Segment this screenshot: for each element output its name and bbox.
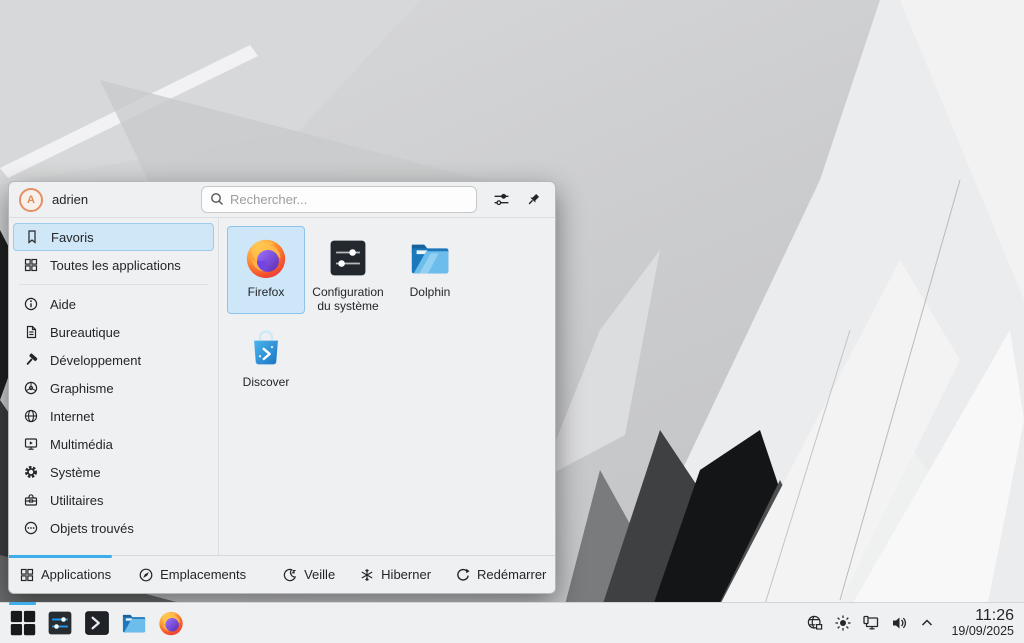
sidebar-item-label: Bureautique [50, 325, 120, 340]
network-globe-icon[interactable] [803, 611, 827, 635]
sidebar-item-systeme[interactable]: Système [13, 458, 214, 486]
color-wheel-icon [23, 380, 39, 396]
app-tile-discover[interactable]: Discover [227, 316, 305, 404]
taskbar: 11:26 19/09/2025 [0, 602, 1024, 643]
action-veille[interactable]: Veille [282, 567, 335, 583]
grid-icon [19, 567, 35, 583]
active-task-indicator [9, 602, 36, 605]
system-tray: 11:26 19/09/2025 [803, 607, 1018, 638]
avatar[interactable]: A [19, 188, 43, 212]
clock-time: 11:26 [951, 607, 1014, 625]
menu-footer: Applications Emplacements [9, 555, 555, 593]
search-wrap [201, 186, 477, 213]
sidebar-item-label: Objets trouvés [50, 521, 134, 536]
ellipsis-circle-icon [23, 520, 39, 536]
app-tile-label: Configuration du système [310, 285, 386, 313]
action-label: Hiberner [381, 567, 431, 582]
app-tile-label: Firefox [248, 285, 285, 299]
sidebar-item-bureautique[interactable]: Bureautique [13, 318, 214, 346]
system-settings-icon[interactable] [43, 606, 77, 640]
app-tile-label: Discover [243, 375, 290, 389]
globe-icon [23, 408, 39, 424]
sidebar-item-label: Toutes les applications [50, 258, 181, 273]
digital-clock[interactable]: 11:26 19/09/2025 [951, 607, 1014, 638]
sidebar-item-label: Favoris [51, 230, 94, 245]
hammer-icon [23, 352, 39, 368]
sidebar-item-label: Aide [50, 297, 76, 312]
app-tile-dolphin[interactable]: Dolphin [391, 226, 469, 314]
toolbox-icon [23, 492, 39, 508]
user-name: adrien [52, 192, 88, 207]
sidebar-item-utilitaires[interactable]: Utilitaires [13, 486, 214, 514]
bookmark-icon [24, 229, 40, 245]
sidebar-item-objets-trouves[interactable]: Objets trouvés [13, 514, 214, 542]
app-tile-label: Dolphin [410, 285, 451, 299]
sidebar: Favoris Toutes les applications [9, 218, 219, 555]
active-tab-underline [9, 555, 112, 558]
firefox-icon [242, 234, 290, 282]
tab-label: Emplacements [160, 567, 246, 582]
favorites-grid: Firefox Configuration du système [219, 218, 555, 555]
kdeconnect-icon[interactable] [859, 611, 883, 635]
firefox-icon[interactable] [154, 606, 188, 640]
search-icon [209, 191, 225, 207]
sidebar-item-toutes-les-applications[interactable]: Toutes les applications [13, 251, 214, 279]
moon-icon [282, 567, 298, 583]
tab-label: Applications [41, 567, 111, 582]
action-hiberner[interactable]: Hiberner [359, 567, 431, 583]
dolphin-folder-icon [406, 234, 454, 282]
gear-icon [23, 464, 39, 480]
sidebar-item-favoris[interactable]: Favoris [13, 223, 214, 251]
compass-icon [138, 567, 154, 583]
action-label: Redémarrer [477, 567, 546, 582]
info-icon [23, 296, 39, 312]
action-label: Veille [304, 567, 335, 582]
konsole-icon[interactable] [80, 606, 114, 640]
menu-header: A adrien [9, 182, 555, 218]
application-launcher-icon[interactable] [6, 606, 40, 640]
sidebar-item-multimedia[interactable]: Multimédia [13, 430, 214, 458]
action-redemarrer[interactable]: Redémarrer [455, 567, 546, 583]
menu-body: Favoris Toutes les applications [9, 218, 555, 555]
configure-button[interactable] [489, 188, 513, 212]
sidebar-item-label: Utilitaires [50, 493, 103, 508]
volume-icon[interactable] [887, 611, 911, 635]
desktop: A adrien [0, 0, 1024, 643]
sidebar-item-developpement[interactable]: Développement [13, 346, 214, 374]
sidebar-item-graphisme[interactable]: Graphisme [13, 374, 214, 402]
pin-icon[interactable] [521, 188, 545, 212]
brightness-icon[interactable] [831, 611, 855, 635]
sidebar-item-label: Internet [50, 409, 94, 424]
tab-applications[interactable]: Applications [19, 567, 111, 583]
search-input[interactable] [201, 186, 477, 213]
sidebar-item-aide[interactable]: Aide [13, 290, 214, 318]
clock-date: 19/09/2025 [951, 625, 1014, 639]
sidebar-item-label: Développement [50, 353, 141, 368]
app-tile-firefox[interactable]: Firefox [227, 226, 305, 314]
sidebar-separator [19, 284, 208, 285]
sidebar-item-internet[interactable]: Internet [13, 402, 214, 430]
application-launcher-menu: A adrien [8, 181, 556, 594]
snowflake-icon [359, 567, 375, 583]
all-apps-grid-icon [23, 257, 39, 273]
system-settings-icon [324, 234, 372, 282]
monitor-play-icon [23, 436, 39, 452]
sidebar-item-label: Graphisme [50, 381, 114, 396]
sidebar-item-label: Multimédia [50, 437, 113, 452]
app-tile-configuration-du-systeme[interactable]: Configuration du système [309, 226, 387, 314]
tab-emplacements[interactable]: Emplacements [138, 567, 246, 583]
sidebar-item-label: Système [50, 465, 101, 480]
dolphin-folder-icon[interactable] [117, 606, 151, 640]
chevron-up-icon[interactable] [915, 611, 939, 635]
discover-bag-icon [242, 324, 290, 372]
restart-icon [455, 567, 471, 583]
document-icon [23, 324, 39, 340]
